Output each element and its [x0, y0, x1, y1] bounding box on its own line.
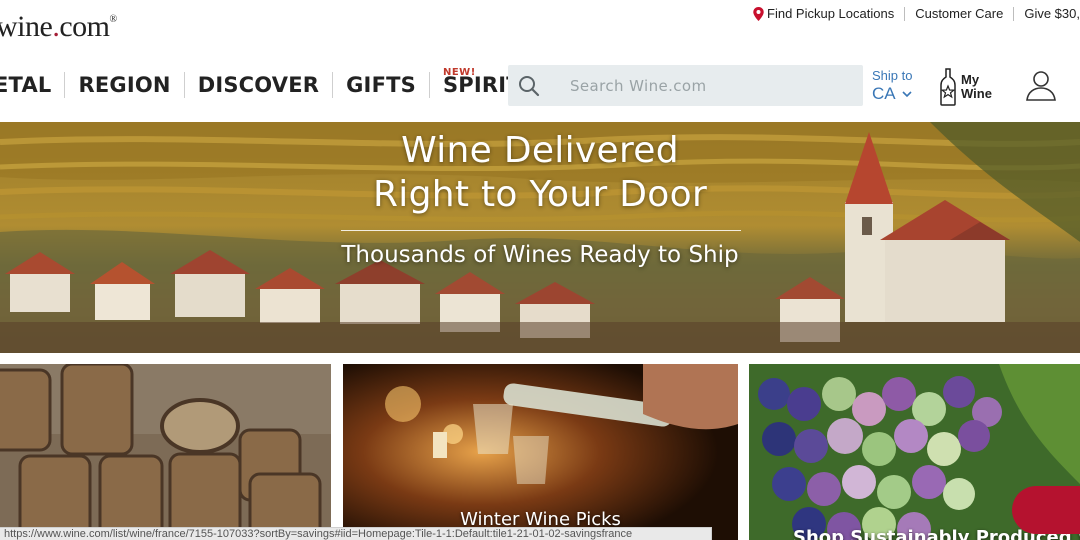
nav-label: ETAL — [0, 73, 52, 97]
chat-button[interactable] — [1012, 486, 1080, 534]
hero-divider — [341, 230, 741, 231]
customer-care-label: Customer Care — [915, 6, 1004, 21]
nav-item-varietal[interactable]: ETAL — [0, 72, 66, 98]
user-icon[interactable] — [1024, 68, 1058, 102]
nav-item-gifts[interactable]: GIFTS — [333, 72, 430, 98]
search-icon[interactable] — [518, 75, 540, 97]
nav-item-region[interactable]: REGION — [65, 72, 185, 98]
main-nav: ETAL REGION DISCOVER GIFTS NEW! SPIRITS — [0, 64, 549, 106]
new-badge: NEW! — [442, 67, 476, 78]
my-wine-line1: My — [961, 72, 980, 87]
give-credit-link[interactable]: Give $30, — [1014, 7, 1080, 21]
ship-to-state: CA — [872, 84, 896, 103]
logo-registered-mark: ® — [109, 14, 117, 25]
customer-care-link[interactable]: Customer Care — [905, 6, 1015, 21]
wine-com-logo[interactable]: wine.com® — [0, 10, 117, 44]
hero-subtitle: Thousands of Wines Ready to Ship — [341, 242, 739, 268]
tile-winter-picks[interactable]: Winter Wine Picks — [343, 364, 738, 540]
find-pickup-label: Find Pickup Locations — [767, 6, 895, 21]
find-pickup-link[interactable]: Find Pickup Locations — [743, 6, 906, 21]
location-pin-icon — [753, 7, 764, 21]
tile-barrels[interactable] — [0, 364, 331, 540]
give-credit-label: Give $30, — [1024, 6, 1080, 21]
my-wine-link[interactable]: My Wine — [938, 68, 992, 106]
search-bar[interactable] — [508, 65, 863, 106]
ship-to-selector[interactable]: Ship to CA — [872, 68, 912, 104]
logo-text: wine — [0, 10, 53, 43]
browser-status-url: https://www.wine.com/list/wine/france/71… — [0, 527, 712, 540]
utility-bar: Find Pickup Locations Customer Care Give… — [743, 7, 1080, 21]
hero-title-line2: Right to Your Door — [372, 174, 708, 215]
nav-item-discover[interactable]: DISCOVER — [185, 72, 334, 98]
ship-to-label: Ship to — [872, 68, 913, 83]
hero-title-line1: Wine Delivered — [401, 130, 679, 171]
nav-label: REGION — [78, 73, 171, 97]
my-wine-line2: Wine — [961, 86, 992, 101]
barrels-image — [0, 364, 331, 540]
logo-suffix: com — [59, 10, 110, 43]
nav-label: GIFTS — [346, 73, 416, 97]
search-input[interactable] — [570, 76, 850, 95]
chevron-down-icon — [902, 91, 912, 98]
hero-banner[interactable]: Wine Delivered Right to Your Door Thousa… — [0, 122, 1080, 353]
nav-label: DISCOVER — [197, 73, 320, 97]
wine-bottle-star-icon — [940, 68, 956, 106]
